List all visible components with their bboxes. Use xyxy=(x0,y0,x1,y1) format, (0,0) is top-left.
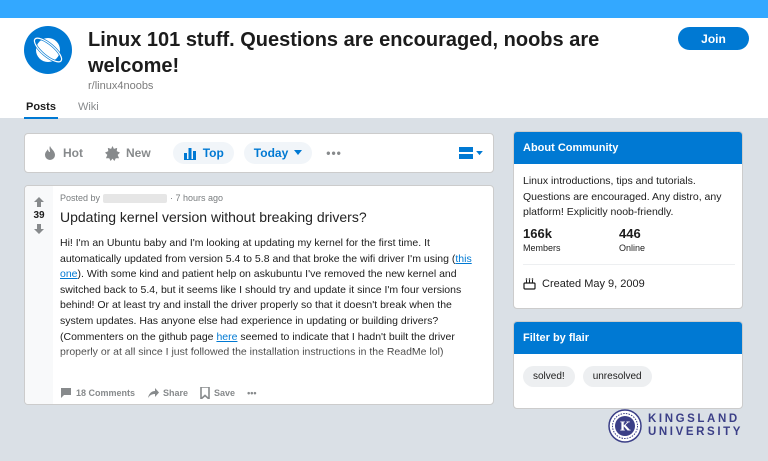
bar-chart-icon xyxy=(183,148,196,160)
subreddit-tabs: Posts Wiki xyxy=(24,99,101,119)
page-title: Linux 101 stuff. Questions are encourage… xyxy=(88,29,600,77)
sparkle-badge-icon xyxy=(105,145,120,161)
upvote-icon[interactable] xyxy=(33,196,45,208)
sort-new[interactable]: New xyxy=(105,145,151,161)
filter-by-flair-header: Filter by flair xyxy=(514,322,742,354)
tab-posts[interactable]: Posts xyxy=(24,99,58,119)
divider xyxy=(523,264,735,265)
caret-down-icon xyxy=(294,150,303,155)
redacted-username[interactable] xyxy=(103,193,168,203)
subreddit-name: r/linux4noobs xyxy=(88,80,154,92)
members-stat: 166k Members xyxy=(523,226,561,253)
comments-button[interactable]: 18 Comments xyxy=(60,387,135,399)
flair-list: solved! unresolved xyxy=(523,366,652,387)
filter-by-flair-card: Filter by flair solved! unresolved xyxy=(513,321,743,409)
post-body-text: Hi! I'm an Ubuntu baby and I'm looking a… xyxy=(60,237,456,265)
sort-top-label: Top xyxy=(202,146,224,160)
cake-icon xyxy=(523,278,536,290)
sort-top[interactable]: Top xyxy=(172,142,234,164)
kingsland-seal-icon: K xyxy=(608,409,642,443)
subreddit-header: Linux 101 stuff. Questions are encourage… xyxy=(0,18,768,119)
post-more-button[interactable]: ••• xyxy=(247,388,256,398)
sort-new-label: New xyxy=(126,146,151,160)
sort-hot[interactable]: Hot xyxy=(43,145,83,161)
members-label: Members xyxy=(523,243,561,253)
post-meta: Posted by · 7 hours ago xyxy=(60,193,223,203)
flair-unresolved[interactable]: unresolved xyxy=(582,366,652,387)
comment-icon xyxy=(61,388,71,398)
members-count: 166k xyxy=(523,226,552,241)
share-button[interactable]: Share xyxy=(147,387,188,399)
view-toggle[interactable] xyxy=(459,147,483,159)
post-time: · 7 hours ago xyxy=(170,193,224,203)
sort-hot-label: Hot xyxy=(63,146,83,160)
seal-letter: K xyxy=(620,420,631,434)
created-label: Created May 9, 2009 xyxy=(542,277,645,290)
watermark-text: KINGSLAND UNIVERSITY xyxy=(648,413,743,439)
save-button[interactable]: Save xyxy=(200,387,235,399)
tab-wiki[interactable]: Wiki xyxy=(76,99,101,119)
post-card[interactable]: 39 Posted by · 7 hours ago Updating kern… xyxy=(24,185,494,405)
downvote-icon[interactable] xyxy=(33,223,45,235)
card-view-icon xyxy=(459,147,473,159)
kingsland-watermark: K KINGSLAND UNIVERSITY xyxy=(608,409,743,443)
caret-down-icon xyxy=(476,150,483,155)
join-button[interactable]: Join xyxy=(678,27,749,50)
about-community-header: About Community xyxy=(514,132,742,164)
online-stat: 446 Online xyxy=(619,226,645,253)
vote-column: 39 xyxy=(25,186,53,404)
online-label: Online xyxy=(619,243,646,253)
vote-count: 39 xyxy=(33,210,45,221)
about-community-card: About Community Linux introductions, tip… xyxy=(513,131,743,309)
subreddit-banner xyxy=(0,0,768,18)
flair-solved[interactable]: solved! xyxy=(523,366,575,387)
post-link-here[interactable]: here xyxy=(216,331,237,343)
time-period-select[interactable]: Today xyxy=(243,142,313,164)
online-count: 446 xyxy=(619,226,641,241)
flame-icon xyxy=(45,146,55,160)
post-title[interactable]: Updating kernel version without breaking… xyxy=(60,209,367,225)
posted-by-label: Posted by xyxy=(60,193,101,203)
community-description: Linux introductions, tips and tutorials.… xyxy=(523,175,722,218)
sort-bar: Hot New Top Today ••• xyxy=(24,133,494,173)
watermark-line2: UNIVERSITY xyxy=(648,426,744,438)
created-date: Created May 9, 2009 xyxy=(523,277,645,290)
time-period-label: Today xyxy=(253,146,289,160)
watermark-line1: KINGSLAND xyxy=(648,413,740,425)
share-icon xyxy=(148,388,160,398)
body-fade-overlay xyxy=(53,346,493,374)
planet-icon[interactable] xyxy=(24,26,72,74)
share-label: Share xyxy=(163,388,189,398)
post-actions: 18 Comments Share Save ••• xyxy=(60,387,257,399)
sort-more-button[interactable]: ••• xyxy=(326,146,342,160)
bookmark-icon xyxy=(200,387,210,399)
comments-label: 18 Comments xyxy=(76,388,136,398)
save-label: Save xyxy=(214,388,236,398)
